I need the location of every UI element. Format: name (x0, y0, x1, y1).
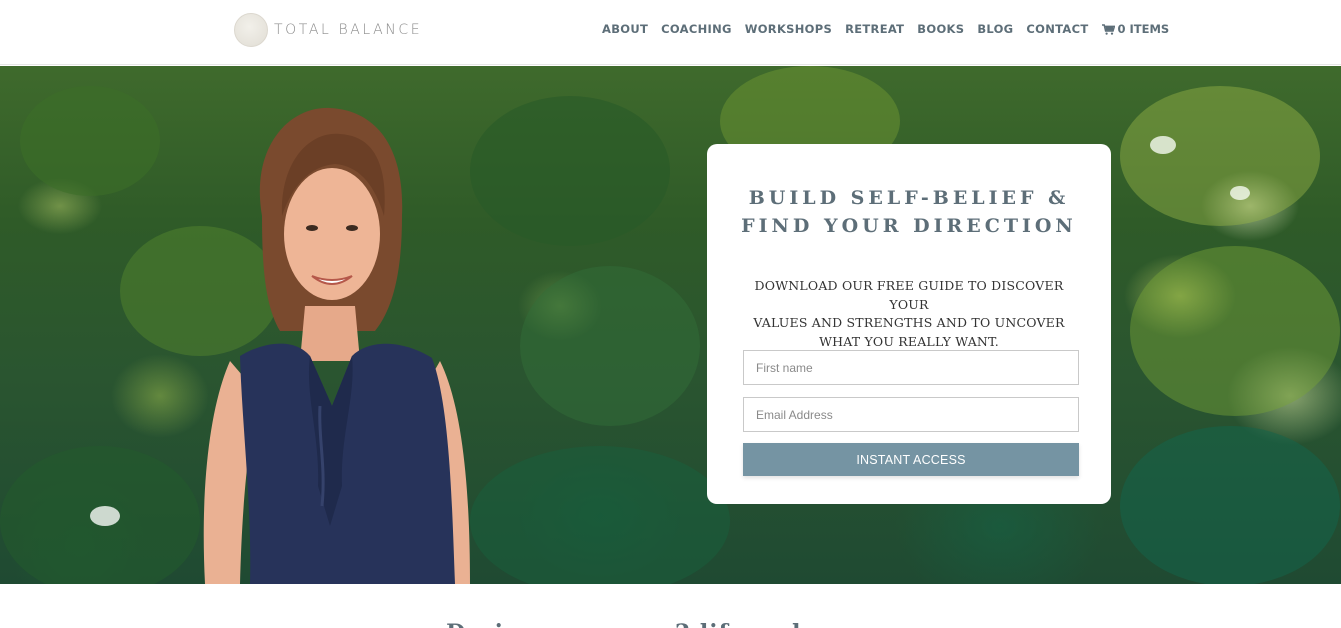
card-subtitle: DOWNLOAD OUR FREE GUIDE TO DISCOVER YOUR… (737, 277, 1081, 351)
nav-item-blog[interactable]: BLOG (977, 22, 1013, 36)
nav-item-workshops[interactable]: WORKSHOPS (745, 22, 832, 36)
nav-item-books[interactable]: BOOKS (917, 22, 964, 36)
card-subtitle-line-2: VALUES AND STRENGTHS AND TO UNCOVER (753, 315, 1065, 330)
nav-item-contact[interactable]: CONTACT (1026, 22, 1088, 36)
brand-name: TOTAL BALANCE (274, 22, 423, 38)
hero-section: BUILD SELF-BELIEF & FIND YOUR DIRECTION … (0, 66, 1341, 584)
cart-link[interactable]: 0 ITEMS (1101, 22, 1170, 36)
nav-item-coaching[interactable]: COACHING (661, 22, 732, 36)
circle-logo-icon (234, 13, 268, 47)
card-title-line-2: FIND YOUR DIRECTION (741, 215, 1077, 237)
cart-label: 0 ITEMS (1117, 22, 1170, 36)
email-input[interactable] (743, 397, 1079, 432)
main-nav: ABOUT COACHING WORKSHOPS RETREAT BOOKS B… (602, 22, 1169, 36)
coach-portrait-image (203, 107, 470, 584)
card-title-line-1: BUILD SELF-BELIEF & (748, 187, 1070, 209)
first-name-input[interactable] (743, 350, 1079, 385)
site-header: TOTAL BALANCE ABOUT COACHING WORKSHOPS R… (0, 0, 1341, 65)
intro-section: Design your own 2 life and career (0, 584, 1341, 628)
cart-icon (1101, 23, 1115, 35)
intro-heading: Design your own 2 life and career (0, 620, 1341, 628)
instant-access-button[interactable]: INSTANT ACCESS (743, 443, 1079, 476)
card-title: BUILD SELF-BELIEF & FIND YOUR DIRECTION (707, 184, 1111, 240)
logo[interactable]: TOTAL BALANCE (234, 12, 422, 48)
nav-item-about[interactable]: ABOUT (602, 22, 648, 36)
card-subtitle-line-1: DOWNLOAD OUR FREE GUIDE TO DISCOVER YOUR (754, 278, 1064, 312)
nav-item-retreat[interactable]: RETREAT (845, 22, 904, 36)
signup-card: BUILD SELF-BELIEF & FIND YOUR DIRECTION … (707, 144, 1111, 504)
card-subtitle-line-3: WHAT YOU REALLY WANT. (819, 333, 999, 349)
